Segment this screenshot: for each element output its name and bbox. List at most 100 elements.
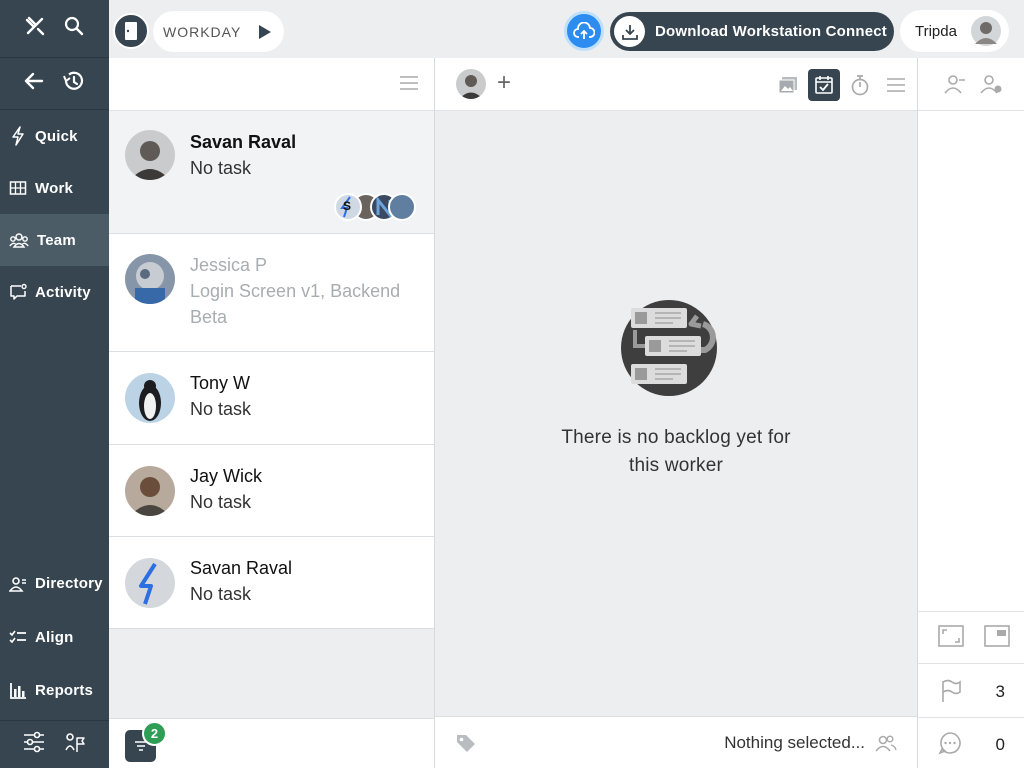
nav-item-label: Team [37,231,76,249]
worker-task: Login Screen v1, Backend Beta [190,281,401,327]
empty-state-message: There is no backlog yet for this worker [561,427,791,476]
search-icon[interactable] [63,15,85,42]
gallery-icon [778,77,797,94]
team-icon [9,233,29,248]
play-icon[interactable] [258,24,272,40]
download-workstation-connect-button[interactable]: Download Workstation Connect [610,12,894,51]
flag-row[interactable]: 3 [918,663,1024,717]
nav-item-label: Activity [35,283,91,301]
tools-icon[interactable] [24,15,46,42]
comments-row[interactable]: 0 [918,717,1024,768]
worker-name: Jay Wick [190,466,262,486]
more-menu-button[interactable] [880,69,912,101]
people-icon[interactable] [875,734,897,752]
worker-item[interactable]: Savan Raval No task [109,537,434,629]
download-icon [614,16,645,47]
selection-status: Nothing selected... [724,733,865,752]
nav-item-activity[interactable]: Activity [0,266,109,318]
cloud-sync-button[interactable] [564,11,604,51]
nav-footer [0,720,109,768]
nav-item-label: Reports [35,682,94,700]
backlog-illustration-icon [621,300,717,396]
settings-sliders-icon[interactable] [22,731,46,758]
assign-user-icon[interactable] [944,74,966,94]
cloud-upload-icon [573,22,595,39]
worker-list-header [109,58,434,111]
view-mode-row [918,611,1024,663]
nav-item-team[interactable]: Team [0,214,109,266]
mini-avatar: S [334,193,362,221]
worker-item[interactable]: Tony W No task [109,352,434,445]
avatar [125,254,175,304]
fullscreen-icon[interactable] [938,625,964,647]
empty-state-text: There is no backlog yet for this worker [435,424,917,480]
back-arrow-icon[interactable] [24,71,44,96]
empty-state: There is no backlog yet for this worker [435,298,917,480]
avatar [125,466,175,516]
backlog-footer: Nothing selected... [435,716,917,768]
stopwatch-icon [851,75,869,96]
timer-button[interactable] [844,69,876,101]
mini-avatar [388,193,416,221]
worker-name: Savan Raval [190,132,297,152]
worker-task: No task [190,158,252,178]
avatar [125,373,175,423]
worker-item[interactable]: Savan Raval No task S [109,111,434,234]
bar-chart-icon [10,682,26,699]
nav-item-label: Directory [35,575,103,593]
user-name: Tripda [915,22,957,40]
nav-item-directory[interactable]: Directory [0,557,109,611]
user-menu[interactable]: Tripda [900,10,1009,52]
history-icon[interactable] [61,69,85,98]
nav-item-label: Align [35,628,74,646]
filter-count-badge: 2 [142,721,167,746]
nav-item-work[interactable]: Work [0,162,109,214]
user-avatar [971,16,1001,46]
backlog-header: + [435,58,917,111]
menu-icon [887,78,905,92]
left-nav: Quick Work Team Activity Directory Align… [0,0,109,768]
worker-name: Savan Raval [190,558,293,578]
door-icon [125,22,137,40]
user-route-icon[interactable] [63,730,87,759]
directory-icon [9,576,26,592]
calendar-check-icon [815,76,833,94]
worker-task: No task [190,399,252,419]
worker-list-footer: 2 [109,718,434,768]
lightning-icon [12,126,24,146]
nav-item-quick[interactable]: Quick [0,110,109,162]
nav-item-label: Work [35,179,74,197]
nav-history-bar [0,58,109,110]
backlog-panel: + There is no backlog yet for this worke… [435,58,917,768]
worker-list-pane: Savan Raval No task S Jessica P Login Sc… [109,58,435,768]
right-panel: 3 0 [917,58,1024,768]
worker-name: Jessica P [190,255,268,275]
selected-worker-avatar[interactable] [456,69,486,99]
flag-count: 3 [995,682,1005,701]
worker-item[interactable]: Jay Wick No task [109,445,434,537]
gallery-button[interactable] [772,69,804,101]
user-settings-icon[interactable] [980,74,1004,94]
tag-icon[interactable] [455,733,477,753]
door-button[interactable] [113,13,149,49]
worker-task: No task [190,492,252,512]
worker-item[interactable]: Jessica P Login Screen v1, Backend Beta [109,234,434,352]
workday-toggle[interactable]: WORKDAY [153,11,284,52]
nav-item-label: Quick [35,127,78,145]
avatar [125,558,175,608]
menu-icon[interactable] [400,76,418,90]
chat-icon [10,283,27,300]
picture-in-picture-icon[interactable] [984,625,1010,647]
nav-bottom-group: Directory Align Reports [0,557,109,718]
checklist-icon [9,630,26,644]
worker-name: Tony W [190,373,251,393]
download-label: Download Workstation Connect [655,23,887,40]
mini-avatar-letter: S [343,199,352,213]
add-icon[interactable]: + [497,69,511,97]
comment-icon [938,732,961,755]
nav-item-reports[interactable]: Reports [0,664,109,718]
backlog-tab-button[interactable] [808,69,840,101]
comment-count: 0 [995,735,1005,754]
nav-item-align[interactable]: Align [0,611,109,665]
nav-top-bar [0,0,109,58]
